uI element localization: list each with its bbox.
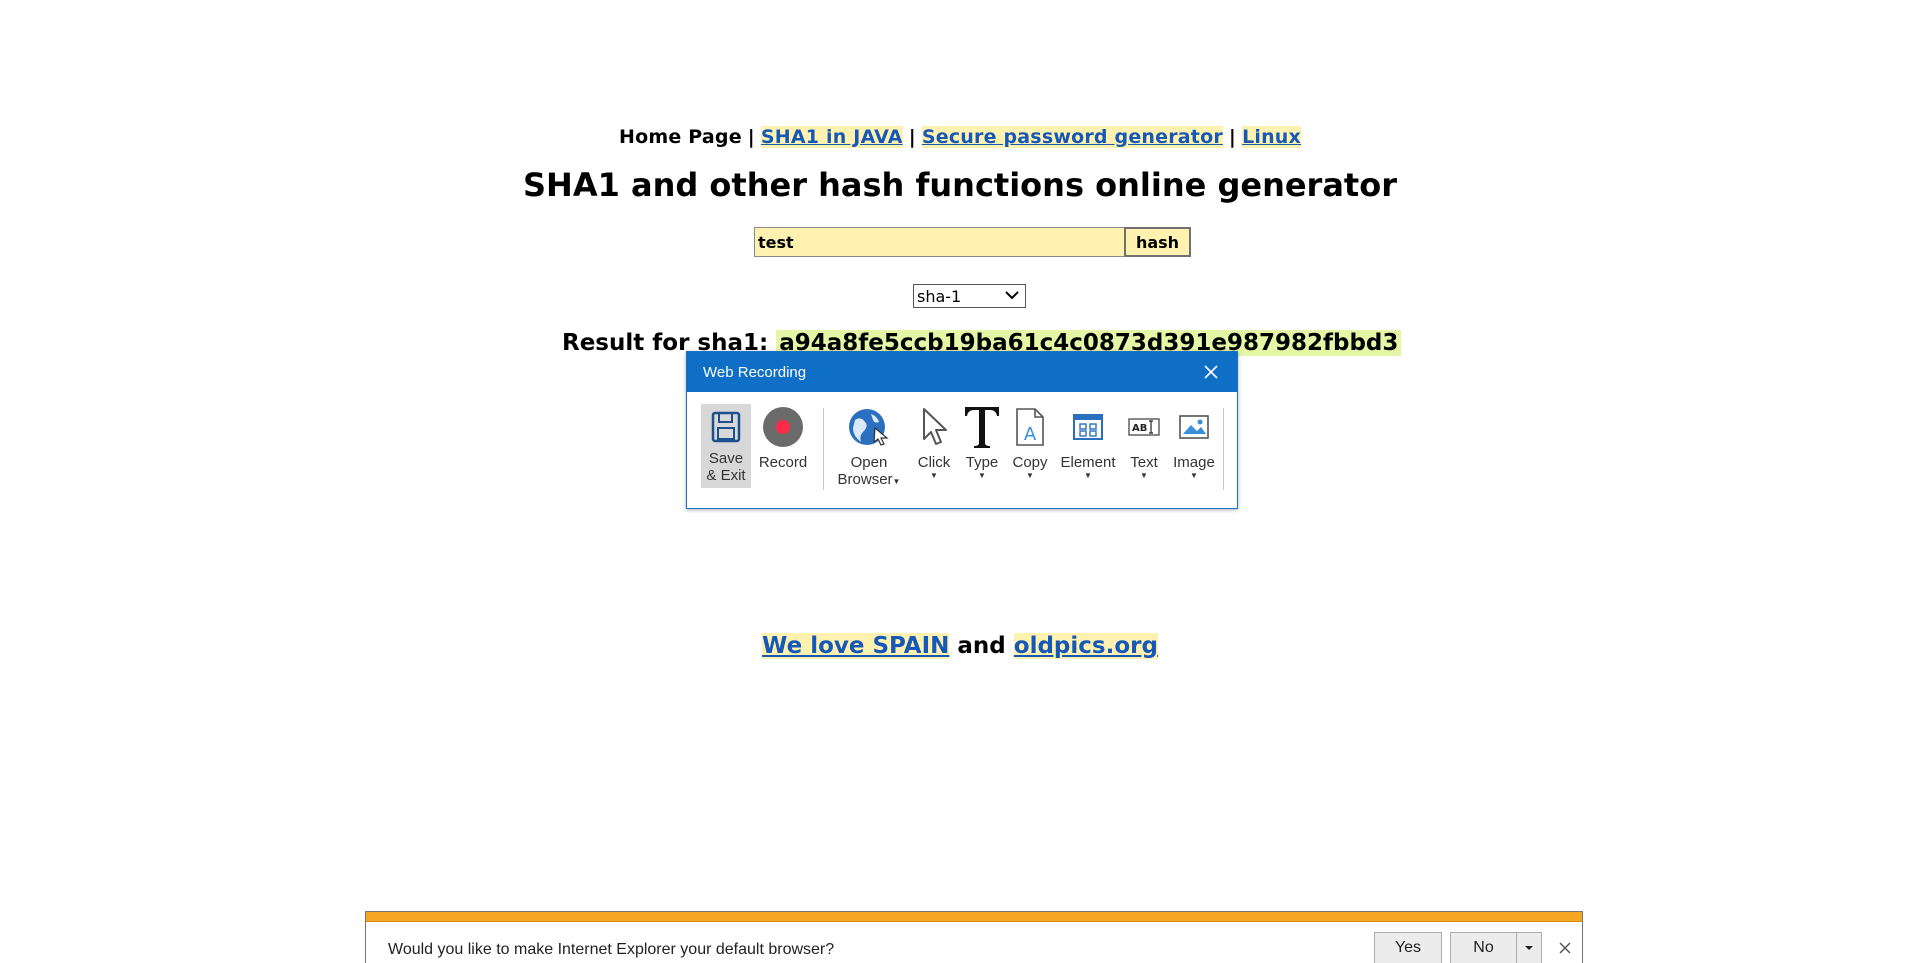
copy-label: Copy (1012, 454, 1048, 471)
nav-link-linux[interactable]: Linux (1242, 126, 1301, 148)
web-recording-window: Web Recording Save & Exit Record Open Br… (686, 351, 1238, 509)
save-icon (711, 404, 741, 450)
copy-icon: A (1014, 404, 1046, 450)
open-browser-label-line1: Open (850, 454, 888, 471)
text-button[interactable]: AB Text ▼ (1123, 404, 1165, 488)
open-browser-icon (847, 404, 891, 450)
copy-button[interactable]: A Copy ▼ (1009, 404, 1051, 488)
text-label: Text (1130, 454, 1158, 471)
svg-text:AB: AB (1132, 423, 1147, 434)
notification-message: Would you like to make Internet Explorer… (388, 941, 835, 958)
open-browser-button[interactable]: Open Browser▼ (831, 404, 907, 488)
save-label-line1: Save (708, 450, 744, 467)
nav-home-page: Home Page (619, 126, 742, 148)
caret-down-icon: ▼ (930, 471, 938, 480)
no-options-dropdown[interactable] (1516, 932, 1542, 963)
record-label: Record (758, 454, 808, 471)
image-label: Image (1173, 454, 1215, 471)
algorithm-selected-value: sha-1 (917, 286, 962, 306)
notification-accent-stripe (366, 912, 1582, 922)
chevron-down-icon (1005, 291, 1019, 300)
no-button[interactable]: No (1450, 932, 1516, 963)
footer-link-spain[interactable]: We love SPAIN (762, 633, 950, 659)
caret-down-icon (1525, 946, 1533, 950)
record-icon (762, 404, 804, 450)
close-icon[interactable] (1556, 939, 1574, 957)
image-icon (1178, 404, 1210, 450)
nav-link-password-generator[interactable]: Secure password generator (921, 126, 1223, 148)
top-nav: Home Page | SHA1 in JAVA | Secure password g… (0, 126, 1920, 148)
default-browser-notification: Would you like to make Internet Explorer… (365, 911, 1583, 963)
caret-down-icon: ▼ (1026, 471, 1034, 480)
web-recording-titlebar[interactable]: Web Recording (687, 352, 1237, 392)
footer-and-text: and (957, 633, 1006, 659)
yes-button[interactable]: Yes (1374, 932, 1442, 963)
toolbar-divider (1223, 408, 1224, 490)
nav-link-sha1-java[interactable]: SHA1 in JAVA (760, 126, 903, 148)
type-icon (963, 404, 1001, 450)
cursor-icon (918, 404, 950, 450)
save-exit-button[interactable]: Save & Exit (701, 404, 751, 488)
hash-button[interactable]: hash (1124, 227, 1191, 257)
close-icon[interactable] (1201, 362, 1221, 382)
caret-down-icon: ▼ (1190, 471, 1198, 480)
image-button[interactable]: Image ▼ (1169, 404, 1219, 488)
record-button[interactable]: Record (755, 404, 811, 488)
open-browser-label-line2: Browser▼ (837, 471, 901, 488)
type-button[interactable]: Type ▼ (961, 404, 1003, 488)
nav-separator: | (1228, 126, 1237, 148)
footer-links: We love SPAIN and oldpics.org (0, 633, 1920, 659)
algorithm-select[interactable]: sha-1 (913, 284, 1026, 308)
caret-down-icon: ▼ (892, 477, 901, 486)
recording-toolbar: Save & Exit Record Open Browser▼ Click ▼… (701, 404, 1227, 490)
footer-link-oldpics[interactable]: oldpics.org (1013, 633, 1158, 659)
toolbar-divider (823, 408, 824, 490)
click-button[interactable]: Click ▼ (913, 404, 955, 488)
nav-separator: | (747, 126, 755, 148)
type-label: Type (965, 454, 999, 471)
text-icon: AB (1128, 404, 1160, 450)
hash-form: hash (754, 227, 1191, 257)
caret-down-icon: ▼ (1084, 471, 1092, 480)
web-recording-title: Web Recording (703, 363, 807, 381)
page-title: SHA1 and other hash functions online gen… (523, 166, 1397, 204)
svg-text:A: A (1024, 424, 1037, 445)
element-icon (1072, 404, 1104, 450)
caret-down-icon: ▼ (978, 471, 986, 480)
caret-down-icon: ▼ (1140, 471, 1148, 480)
element-label: Element (1060, 454, 1116, 471)
save-label-line2: & Exit (706, 467, 746, 484)
nav-separator: | (908, 126, 916, 148)
hash-text-input[interactable] (754, 227, 1124, 257)
click-label: Click (917, 454, 951, 471)
element-button[interactable]: Element ▼ (1057, 404, 1119, 488)
